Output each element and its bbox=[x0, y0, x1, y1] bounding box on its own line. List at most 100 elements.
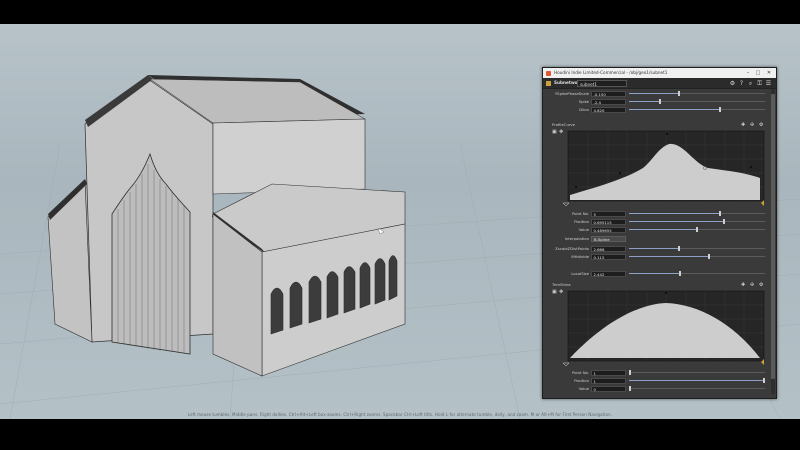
param-row: LocalSize 2.442 bbox=[543, 270, 771, 277]
slider-handle[interactable] bbox=[719, 107, 721, 112]
maximize-icon[interactable]: □ bbox=[753, 68, 763, 78]
param-slider[interactable] bbox=[629, 99, 765, 104]
param-slider[interactable] bbox=[629, 271, 765, 276]
key-icon[interactable]: ⚿ bbox=[756, 80, 763, 87]
node-name-field[interactable]: subnet1 bbox=[577, 79, 627, 87]
help-icon[interactable]: ? bbox=[738, 80, 745, 87]
param-row: YSpikePhaseScale -0.150 bbox=[543, 90, 771, 97]
ramp-flip-icon[interactable]: ✣ bbox=[750, 122, 754, 128]
param-field[interactable]: -0.150 bbox=[591, 90, 626, 97]
param-label: Position bbox=[574, 378, 589, 383]
param-field[interactable]: 0 bbox=[591, 385, 626, 392]
slider-handle[interactable] bbox=[679, 271, 681, 276]
param-slider[interactable] bbox=[629, 246, 765, 251]
parameter-window[interactable]: Houdini Indie Limited-Commercial - /obj/… bbox=[542, 67, 777, 399]
param-field[interactable]: 5 bbox=[591, 210, 626, 217]
param-row: Dilon 4.820 bbox=[543, 106, 771, 113]
param-label: LocalSize bbox=[571, 271, 589, 276]
ramp-add-icon[interactable]: ▣ bbox=[552, 129, 557, 135]
slider-handle[interactable] bbox=[678, 91, 680, 96]
param-field[interactable]: 1 bbox=[591, 377, 626, 384]
param-row: Value 0.489655 bbox=[543, 226, 771, 233]
param-field[interactable]: 0.489655 bbox=[591, 226, 626, 233]
minimize-icon[interactable]: – bbox=[743, 68, 753, 78]
window-title: Houdini Indie Limited-Commercial - /obj/… bbox=[554, 70, 668, 75]
scrollbar-thumb[interactable] bbox=[771, 94, 775, 379]
param-slider[interactable] bbox=[629, 378, 765, 383]
ramp-gear-icon[interactable]: ⚙ bbox=[759, 122, 763, 128]
slider-handle[interactable] bbox=[678, 246, 680, 251]
param-label: YSpikePhaseScale bbox=[554, 91, 589, 96]
subnet-node-icon bbox=[546, 80, 551, 86]
gear-icon[interactable]: ⚙ bbox=[729, 80, 736, 87]
slider-handle[interactable] bbox=[719, 211, 721, 216]
slider-fill bbox=[629, 101, 659, 102]
ramp-fit-icon[interactable]: ✥ bbox=[559, 129, 563, 135]
close-icon[interactable]: ✕ bbox=[764, 68, 774, 78]
houdini-app-icon bbox=[546, 70, 551, 76]
param-slider[interactable] bbox=[629, 386, 765, 391]
ramp-gear-icon[interactable]: ⚙ bbox=[759, 282, 763, 288]
trim-curve-label: TrimShine bbox=[552, 282, 571, 287]
node-header: Subnetwork subnet1 ⚙ ? ⌕ ⚿ ☰ bbox=[543, 78, 776, 89]
param-field[interactable]: 2.666 bbox=[591, 245, 626, 252]
param-row: Interpolation B-Spline bbox=[543, 235, 771, 242]
param-row: Value 0 bbox=[543, 385, 771, 392]
param-row: Spike -2.4 bbox=[543, 98, 771, 105]
slider-fill bbox=[629, 93, 678, 94]
param-field[interactable]: 0.115 bbox=[591, 253, 626, 260]
slider-fill bbox=[629, 380, 763, 381]
param-slider[interactable] bbox=[629, 211, 765, 216]
param-label: Value bbox=[578, 227, 589, 232]
slider-handle[interactable] bbox=[723, 219, 725, 224]
profile-curve-label: ProfileCurve bbox=[552, 122, 576, 127]
param-label: Interpolation bbox=[564, 236, 589, 241]
param-label: Point No. bbox=[572, 370, 589, 375]
param-field[interactable]: -2.4 bbox=[591, 98, 626, 105]
param-field[interactable]: 2.442 bbox=[591, 270, 626, 277]
slider-handle[interactable] bbox=[708, 254, 710, 259]
param-row: ZscaleZDistPoints 2.666 bbox=[543, 245, 771, 252]
slider-handle[interactable] bbox=[629, 370, 631, 375]
param-label: Spike bbox=[578, 99, 589, 104]
search-icon[interactable]: ⌕ bbox=[747, 80, 754, 87]
param-label: ZscaleZDistPoints bbox=[555, 246, 589, 251]
ramp-fit-icon[interactable]: ✥ bbox=[559, 289, 563, 295]
param-slider[interactable] bbox=[629, 227, 765, 232]
param-slider[interactable] bbox=[629, 91, 765, 96]
panel-scrollbar[interactable] bbox=[771, 89, 775, 394]
slider-handle[interactable] bbox=[629, 386, 631, 391]
param-label: Dilon bbox=[579, 107, 589, 112]
slider-fill bbox=[629, 109, 719, 110]
slider-fill bbox=[629, 229, 696, 230]
slider-fill bbox=[629, 256, 708, 257]
param-label: Value bbox=[578, 386, 589, 391]
interpolation-dropdown[interactable]: B-Spline bbox=[591, 235, 626, 242]
ramp-expand-icon[interactable]: ✚ bbox=[741, 282, 745, 288]
slider-fill bbox=[629, 273, 679, 274]
param-slider[interactable] bbox=[629, 219, 765, 224]
ramp-flip-icon[interactable]: ✣ bbox=[750, 282, 754, 288]
param-row: Position 0.695115 bbox=[543, 218, 771, 225]
slider-handle[interactable] bbox=[763, 378, 765, 383]
param-field[interactable]: 1 bbox=[591, 369, 626, 376]
param-row: Point No. 5 bbox=[543, 210, 771, 217]
settings-icon[interactable]: ☰ bbox=[765, 80, 772, 87]
param-label: MHdivide bbox=[571, 254, 589, 259]
param-slider[interactable] bbox=[629, 107, 765, 112]
ramp-graphs bbox=[562, 130, 765, 367]
window-titlebar[interactable]: Houdini Indie Limited-Commercial - /obj/… bbox=[543, 68, 776, 78]
viewport-status-hint: Left mouse tumbles. Middle pans. Right d… bbox=[187, 412, 613, 417]
param-slider[interactable] bbox=[629, 370, 765, 375]
param-field[interactable]: 4.820 bbox=[591, 106, 626, 113]
ramp-expand-icon[interactable]: ✚ bbox=[741, 122, 745, 128]
slider-fill bbox=[629, 221, 723, 222]
param-slider[interactable] bbox=[629, 254, 765, 259]
param-row: Position 1 bbox=[543, 377, 771, 384]
ramp-add-icon[interactable]: ▣ bbox=[552, 289, 557, 295]
slider-fill bbox=[629, 248, 678, 249]
param-row: MHdivide 0.115 bbox=[543, 253, 771, 260]
slider-handle[interactable] bbox=[696, 227, 698, 232]
slider-handle[interactable] bbox=[659, 99, 661, 104]
param-field[interactable]: 0.695115 bbox=[591, 218, 626, 225]
